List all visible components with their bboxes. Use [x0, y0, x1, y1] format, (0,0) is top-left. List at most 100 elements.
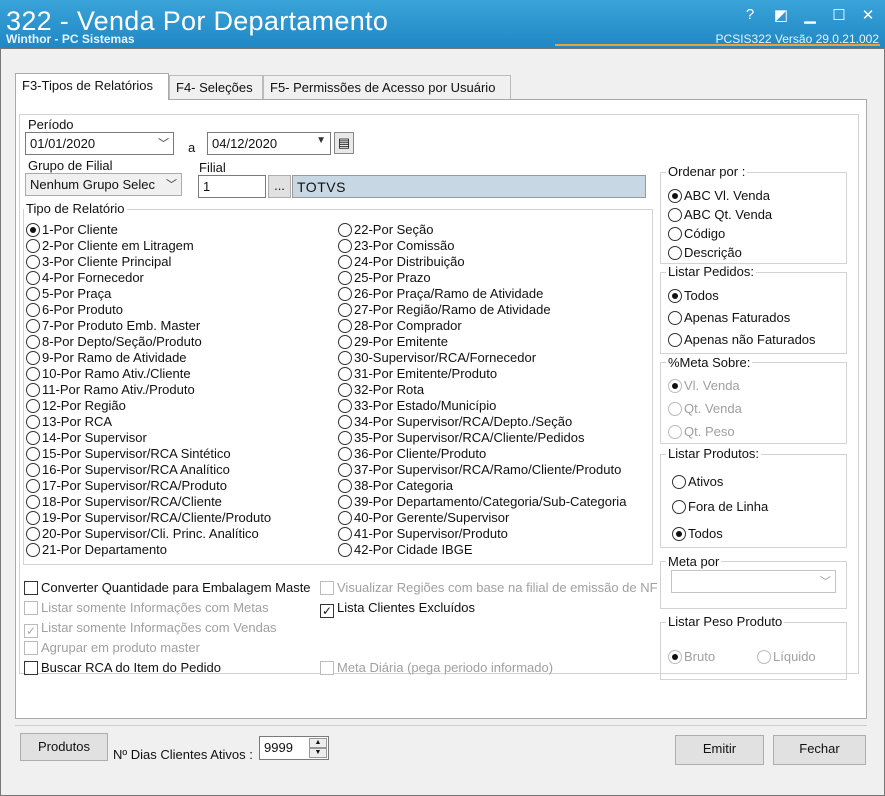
radio-dot[interactable]	[338, 399, 352, 413]
report-type-radio[interactable]: 42-Por Cidade IBGE	[338, 542, 473, 558]
emitir-button[interactable]: Emitir	[675, 735, 764, 765]
report-type-radio[interactable]: 18-Por Supervisor/RCA/Cliente	[26, 494, 222, 510]
report-type-radio[interactable]: 28-Por Comprador	[338, 318, 462, 334]
ordenar-codigo-radio[interactable]: Código	[668, 226, 725, 242]
radio-dot[interactable]	[338, 287, 352, 301]
report-type-radio[interactable]: 5-Por Praça	[26, 286, 111, 302]
help-icon[interactable]: ?	[739, 6, 761, 26]
report-type-radio[interactable]: 37-Por Supervisor/RCA/Ramo/Cliente/Produ…	[338, 462, 621, 478]
report-type-radio[interactable]: 38-Por Categoria	[338, 478, 453, 494]
radio-dot[interactable]	[338, 511, 352, 525]
radio-dot[interactable]	[338, 415, 352, 429]
report-type-radio[interactable]: 21-Por Departamento	[26, 542, 167, 558]
meta-por-select[interactable]: ﹀	[671, 570, 836, 593]
buscar-rca-checkbox[interactable]: Buscar RCA do Item do Pedido	[24, 660, 221, 676]
produtos-ativos-radio[interactable]: Ativos	[672, 474, 723, 490]
checkbox-box[interactable]: ✓	[24, 624, 38, 638]
meta-qt-peso-radio[interactable]: Qt. Peso	[668, 424, 735, 440]
radio-dot[interactable]	[338, 271, 352, 285]
radio-dot[interactable]	[26, 431, 40, 445]
report-type-radio[interactable]: 23-Por Comissão	[338, 238, 454, 254]
tab-tipos-relatorios[interactable]: F3-Tipos de Relatórios	[15, 73, 169, 100]
report-type-radio[interactable]: 14-Por Supervisor	[26, 430, 147, 446]
report-type-radio[interactable]: 27-Por Região/Ramo de Atividade	[338, 302, 551, 318]
radio-dot[interactable]	[26, 335, 40, 349]
produtos-todos-radio[interactable]: Todos	[672, 526, 723, 542]
radio-dot[interactable]	[26, 367, 40, 381]
radio-dot[interactable]	[338, 431, 352, 445]
filial-code-field[interactable]: 1	[198, 175, 266, 198]
radio-dot[interactable]	[338, 495, 352, 509]
radio-dot[interactable]	[338, 447, 352, 461]
radio-dot[interactable]	[338, 527, 352, 541]
radio-dot[interactable]	[338, 367, 352, 381]
radio-dot[interactable]	[26, 495, 40, 509]
report-type-radio[interactable]: 30-Supervisor/RCA/Fornecedor	[338, 350, 536, 366]
listar-metas-checkbox[interactable]: Listar somente Informações com Metas	[24, 600, 269, 616]
radio-dot[interactable]	[338, 463, 352, 477]
checkbox-box[interactable]	[24, 601, 38, 615]
filial-browse-button[interactable]: ...	[268, 175, 291, 198]
report-type-radio[interactable]: 3-Por Cliente Principal	[26, 254, 171, 270]
meta-qt-venda-radio[interactable]: Qt. Venda	[668, 401, 742, 417]
radio-dot[interactable]	[338, 255, 352, 269]
pedidos-faturados-radio[interactable]: Apenas Faturados	[668, 310, 790, 326]
radio-dot[interactable]	[26, 319, 40, 333]
report-type-radio[interactable]: 2-Por Cliente em Litragem	[26, 238, 194, 254]
radio-dot[interactable]	[26, 287, 40, 301]
maximize-icon[interactable]: ☐	[828, 6, 850, 26]
listar-vendas-checkbox[interactable]: ✓ Listar somente Informações com Vendas	[24, 620, 277, 638]
radio-dot[interactable]	[26, 479, 40, 493]
produtos-button[interactable]: Produtos	[20, 733, 108, 761]
report-type-radio[interactable]: 19-Por Supervisor/RCA/Cliente/Produto	[26, 510, 271, 526]
report-type-radio[interactable]: 17-Por Supervisor/RCA/Produto	[26, 478, 227, 494]
radio-dot[interactable]	[26, 511, 40, 525]
checkbox-box[interactable]: ✓	[320, 604, 334, 618]
report-type-radio[interactable]: 4-Por Fornecedor	[26, 270, 144, 286]
report-type-radio[interactable]: 29-Por Emitente	[338, 334, 448, 350]
radio-dot[interactable]	[338, 303, 352, 317]
chevron-down-icon[interactable]: ﹀	[166, 176, 177, 192]
report-type-radio[interactable]: 9-Por Ramo de Atividade	[26, 350, 187, 366]
report-type-radio[interactable]: 24-Por Distribuição	[338, 254, 465, 270]
radio-dot[interactable]	[338, 351, 352, 365]
tab-selecoes[interactable]: F4- Seleções	[169, 75, 263, 99]
radio-dot[interactable]	[338, 335, 352, 349]
grupo-filial-select[interactable]: Nenhum Grupo Selec ﹀	[25, 173, 182, 196]
report-type-radio[interactable]: 10-Por Ramo Ativ./Cliente	[26, 366, 191, 382]
report-type-radio[interactable]: 22-Por Seção	[338, 222, 434, 238]
report-type-radio[interactable]: 31-Por Emitente/Produto	[338, 366, 497, 382]
radio-dot[interactable]	[26, 223, 40, 237]
meta-diaria-checkbox[interactable]: Meta Diária (pega periodo informado)	[320, 660, 553, 676]
spin-up-icon[interactable]: ▲	[309, 738, 327, 748]
report-type-radio[interactable]: 7-Por Produto Emb. Master	[26, 318, 200, 334]
report-type-radio[interactable]: 12-Por Região	[26, 398, 126, 414]
report-type-radio[interactable]: 39-Por Departamento/Categoria/Sub-Catego…	[338, 494, 626, 510]
radio-dot[interactable]	[338, 319, 352, 333]
close-icon[interactable]: ✕	[857, 6, 879, 26]
radio-dot[interactable]	[338, 479, 352, 493]
agrupar-checkbox[interactable]: Agrupar em produto master	[24, 640, 200, 656]
report-type-radio[interactable]: 33-Por Estado/Município	[338, 398, 496, 414]
visualizar-regioes-checkbox[interactable]: Visualizar Regiões com base na filial de…	[320, 580, 670, 596]
checkbox-box[interactable]	[24, 581, 38, 595]
report-type-radio[interactable]: 35-Por Supervisor/RCA/Cliente/Pedidos	[338, 430, 585, 446]
checkbox-box[interactable]	[320, 581, 334, 595]
report-type-radio[interactable]: 26-Por Praça/Ramo de Atividade	[338, 286, 543, 302]
report-type-radio[interactable]: 20-Por Supervisor/Cli. Princ. Analítico	[26, 526, 259, 542]
report-type-radio[interactable]: 13-Por RCA	[26, 414, 112, 430]
radio-dot[interactable]	[338, 543, 352, 557]
periodo-from-field[interactable]: 01/01/2020 ﹀	[25, 132, 174, 155]
produtos-fora-linha-radio[interactable]: Fora de Linha	[672, 499, 768, 515]
spin-down-icon[interactable]: ▼	[309, 748, 327, 758]
radio-dot[interactable]	[26, 463, 40, 477]
fechar-button[interactable]: Fechar	[773, 735, 866, 765]
lista-excluidos-checkbox[interactable]: ✓ Lista Clientes Excluídos	[320, 600, 475, 618]
minimize-icon[interactable]: ▁	[799, 6, 821, 26]
report-type-radio[interactable]: 34-Por Supervisor/RCA/Depto./Seção	[338, 414, 572, 430]
radio-dot[interactable]	[338, 383, 352, 397]
radio-dot[interactable]	[26, 271, 40, 285]
radio-dot[interactable]	[338, 239, 352, 253]
report-type-radio[interactable]: 25-Por Prazo	[338, 270, 431, 286]
radio-dot[interactable]	[26, 447, 40, 461]
